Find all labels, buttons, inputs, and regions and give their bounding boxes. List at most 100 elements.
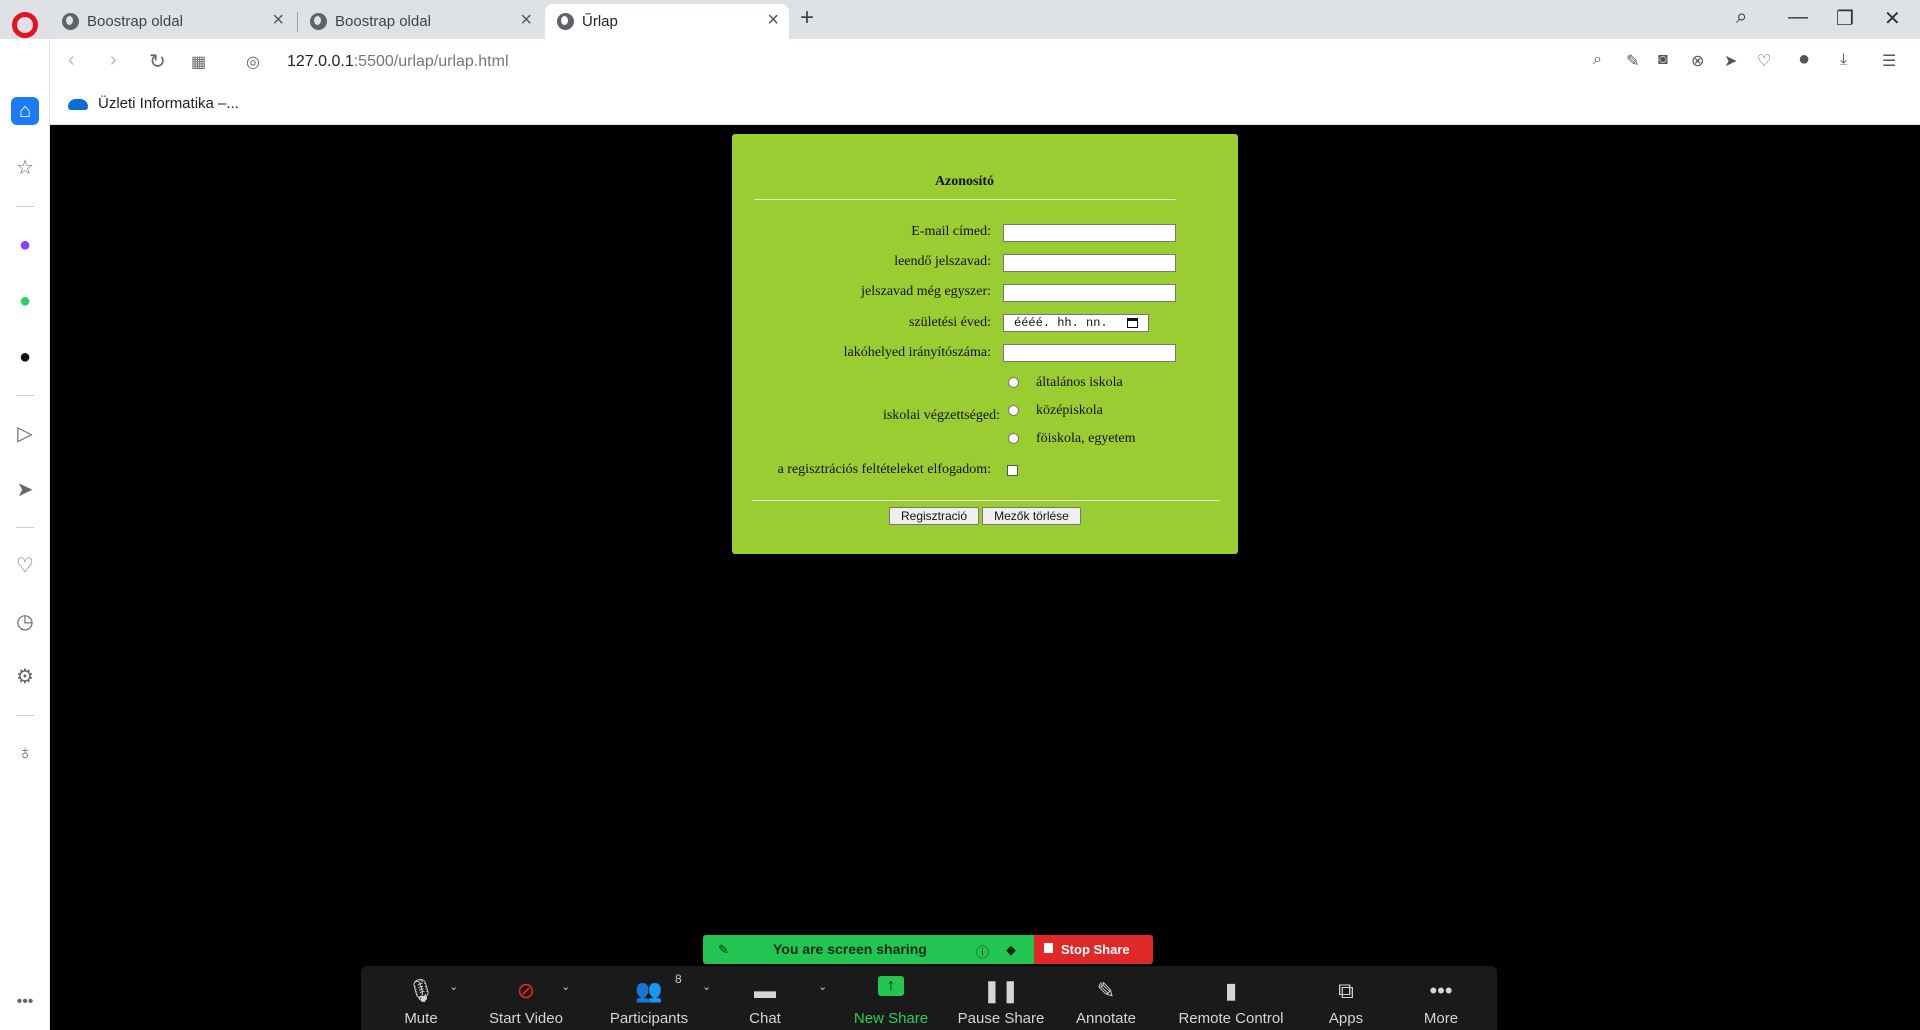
tab-boostrap-1[interactable]: Boostrap oldal ×: [50, 4, 294, 39]
microphone-icon: 🎙: [407, 978, 435, 1003]
zip-field[interactable]: [1003, 344, 1176, 362]
meeting-toolbar: 🎙 Mute ⌄ ⊘ Start Video ⌄ 👥 Participants …: [361, 966, 1497, 1030]
birth-date-field[interactable]: éééé. hh. nn.: [1003, 314, 1149, 332]
close-tab-icon[interactable]: ×: [520, 10, 532, 30]
globe-icon: [62, 13, 79, 30]
opera-logo-icon[interactable]: [12, 12, 38, 38]
chevron-down-icon[interactable]: ⌄: [702, 980, 711, 993]
remote-control-label: Remote Control: [1178, 1010, 1284, 1027]
heart-icon[interactable]: ♡: [13, 553, 37, 577]
annotate-label: Annotate: [1075, 1010, 1137, 1027]
forward-icon[interactable]: ›: [110, 49, 117, 72]
close-tab-icon[interactable]: ×: [767, 10, 779, 30]
home-icon[interactable]: ⌂: [11, 97, 39, 125]
chevron-down-icon[interactable]: ⌄: [449, 980, 458, 993]
radio-college[interactable]: [1008, 433, 1019, 444]
password-again-label: jelszavad még egyszer:: [861, 284, 991, 299]
url-host: 127.0.0.1: [287, 53, 354, 70]
registration-form: Azonosító E-mail címed: leendő jelszavad…: [732, 134, 1238, 554]
settings-icon[interactable]: ☰: [1882, 51, 1896, 71]
email-field[interactable]: [1003, 224, 1176, 242]
participants-icon: 👥: [635, 978, 663, 1003]
start-video-button[interactable]: ⊘ Start Video: [481, 966, 571, 1030]
send-icon[interactable]: ➤: [13, 477, 37, 501]
tab-label: Űrlap: [582, 13, 618, 30]
search-icon[interactable]: ⌕: [1593, 51, 1602, 69]
onedrive-cloud-icon: [68, 99, 88, 110]
apps-button[interactable]: ⧉ Apps: [1311, 966, 1381, 1030]
tab-label: Boostrap oldal: [87, 13, 183, 30]
restore-icon[interactable]: ❐: [1836, 6, 1854, 31]
mouse-icon: ▮: [1224, 978, 1238, 1003]
camera-icon[interactable]: ◙: [1658, 51, 1668, 69]
radio-elementary[interactable]: [1008, 377, 1019, 388]
password-field[interactable]: [1003, 254, 1176, 272]
remote-control-button[interactable]: ▮ Remote Control: [1166, 966, 1296, 1030]
close-tab-icon[interactable]: ×: [272, 10, 284, 30]
more-label: More: [1423, 1010, 1459, 1027]
apps-icon: ⧉: [1338, 978, 1354, 1003]
minimize-icon[interactable]: —: [1788, 6, 1808, 29]
radio-label: középiskola: [1036, 403, 1103, 418]
tab-urlap[interactable]: Űrlap ×: [545, 4, 789, 39]
history-icon[interactable]: ◷: [13, 609, 37, 633]
player-icon[interactable]: ▷: [13, 421, 37, 445]
calendar-icon[interactable]: [1127, 318, 1138, 328]
site-info-icon[interactable]: ◎: [246, 52, 260, 72]
divider: [752, 500, 1220, 501]
close-window-icon[interactable]: ✕: [1884, 6, 1901, 31]
chevron-down-icon[interactable]: ⌄: [818, 980, 827, 993]
password-again-field[interactable]: [1003, 284, 1176, 302]
reset-button[interactable]: Mezők törlése: [982, 507, 1081, 525]
send-icon[interactable]: ➤: [1724, 51, 1737, 71]
stop-share-button[interactable]: Stop Share: [1034, 935, 1153, 964]
messenger-icon[interactable]: ●: [13, 233, 37, 257]
chevron-down-icon[interactable]: ⌄: [561, 980, 570, 993]
mute-button[interactable]: 🎙 Mute: [391, 966, 451, 1030]
pause-icon: ❚❚: [982, 978, 1020, 1003]
bookmarks-bar: Üzleti Informatika –...: [50, 87, 1920, 125]
shield-icon: ◆: [1006, 942, 1016, 957]
more-icon[interactable]: •••: [13, 990, 37, 1014]
reload-icon[interactable]: ↻: [149, 49, 166, 74]
new-tab-icon[interactable]: +: [800, 4, 814, 32]
info-icon[interactable]: ⓘ: [976, 942, 989, 961]
avatar[interactable]: ●: [1798, 48, 1810, 71]
whatsapp-icon[interactable]: ●: [13, 289, 37, 313]
radio-secondary[interactable]: [1008, 405, 1019, 416]
url-field[interactable]: 127.0.0.1:5500/urlap/urlap.html: [287, 53, 509, 71]
pin-icon[interactable]: ✎: [718, 942, 729, 958]
download-icon[interactable]: ⤓: [1840, 51, 1847, 69]
chat-button[interactable]: ▬ Chat: [735, 966, 795, 1030]
tiktok-icon[interactable]: ●: [13, 345, 37, 369]
bookmark-item[interactable]: Üzleti Informatika –...: [98, 95, 239, 112]
pause-share-button[interactable]: ❚❚ Pause Share: [951, 966, 1051, 1030]
terms-checkbox[interactable]: [1007, 465, 1018, 476]
submit-button[interactable]: Regisztració: [889, 507, 979, 525]
tab-boostrap-2[interactable]: Boostrap oldal ×: [298, 4, 542, 39]
mute-label: Mute: [404, 1010, 438, 1027]
annotate-button[interactable]: ✎ Annotate: [1061, 966, 1151, 1030]
divider: [754, 199, 1176, 200]
new-share-button[interactable]: ↑ New Share: [841, 966, 941, 1030]
chat-icon: ▬: [754, 978, 776, 1003]
pen-icon: ✎: [1096, 978, 1116, 1003]
new-share-label: New Share: [853, 1010, 929, 1027]
radio-label: általános iskola: [1036, 375, 1123, 390]
edit-icon[interactable]: ✎: [1626, 51, 1639, 71]
search-tabs-icon[interactable]: ⌕: [1736, 6, 1747, 29]
lightbulb-icon[interactable]: ♁: [13, 741, 37, 765]
gear-icon[interactable]: ⚙: [13, 664, 37, 688]
heart-icon[interactable]: ♡: [1757, 51, 1771, 71]
stop-share-label: Stop Share: [1061, 942, 1130, 957]
participants-button[interactable]: 👥 Participants: [599, 966, 699, 1030]
tab-strip: Boostrap oldal × Boostrap oldal × Űrlap …: [0, 0, 1920, 39]
star-icon[interactable]: ☆: [13, 155, 37, 179]
birth-label: születési éved:: [908, 315, 991, 330]
more-button[interactable]: ••• More: [1406, 966, 1476, 1030]
adblock-icon[interactable]: ⊗: [1691, 51, 1704, 71]
divider: [16, 206, 34, 207]
share-up-icon: ↑: [878, 976, 904, 1010]
back-icon[interactable]: ‹: [68, 49, 75, 72]
tabs-grid-icon[interactable]: ▦: [191, 52, 206, 72]
